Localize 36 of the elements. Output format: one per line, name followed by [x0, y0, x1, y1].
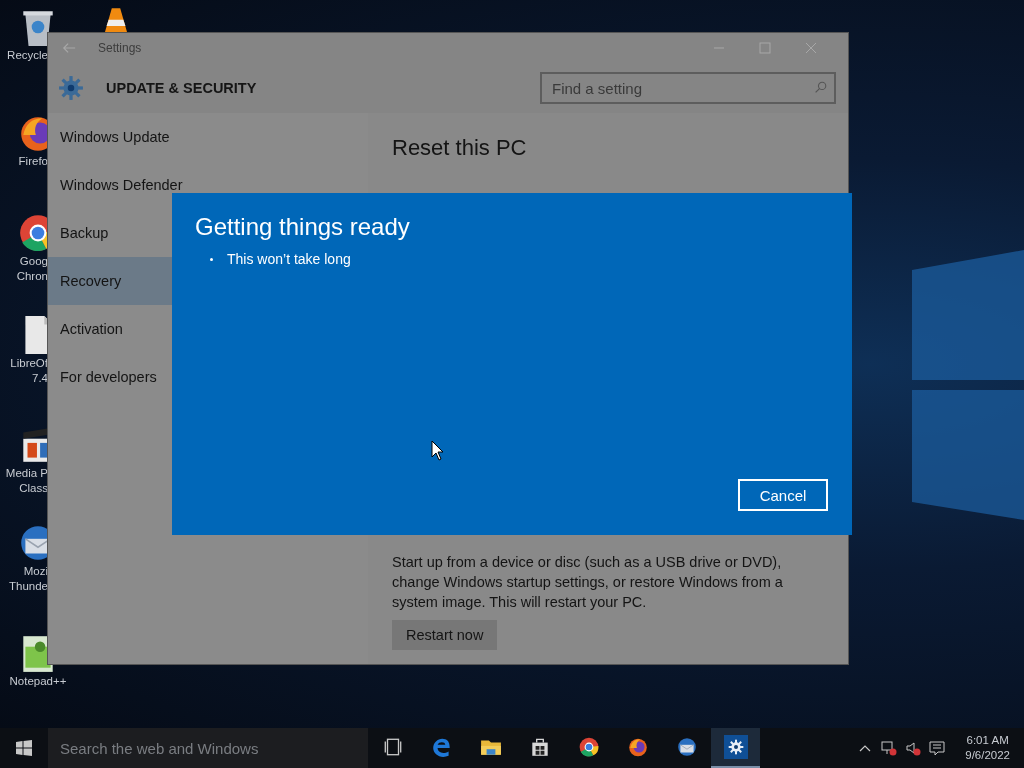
page-title: Reset this PC [392, 135, 528, 161]
round-browser-icon [577, 736, 600, 758]
desktop-icon-label: Media P [5, 466, 48, 481]
desktop-icon-label: Recycle [7, 48, 48, 63]
desktop-icon-label: Class [19, 481, 48, 496]
envelope-bird-icon [675, 736, 698, 758]
gear-icon [58, 75, 84, 101]
desktop-icon-label: Chron [16, 269, 48, 284]
bullet-dot [210, 257, 213, 261]
section-title: UPDATE & SECURITY [106, 80, 257, 96]
desktop-icon-label: Firefo [18, 154, 48, 169]
window-title: Settings [98, 41, 142, 55]
desktop-icon-label: 7.4 [32, 371, 48, 386]
e-letter-browser-icon[interactable] [430, 736, 453, 758]
status-text: This won’t take long [227, 251, 351, 267]
network-error-icon[interactable] [881, 740, 898, 756]
restart-now-button[interactable]: Restart now [392, 620, 498, 650]
settings-icon[interactable] [727, 739, 744, 755]
sidebar-item[interactable]: Windows Update [48, 113, 368, 161]
fox-globe-icon [626, 736, 649, 758]
notification-icon[interactable] [929, 740, 946, 756]
mouse-pointer-icon [431, 440, 444, 461]
start-icon[interactable] [16, 740, 32, 756]
desktop-icon-label: Mozi [23, 564, 48, 579]
desktop-icon-label: Thunde [9, 579, 48, 594]
clock-time: 6:01 AM [966, 733, 1009, 748]
desktop-icon-label: Notepad++ [9, 674, 67, 689]
desktop-icon-label: LibreOf [10, 356, 48, 371]
speaker-muted-icon[interactable] [905, 740, 922, 756]
taskbar-search-field[interactable]: Search the web and Windows [48, 728, 368, 768]
cancel-button[interactable]: Cancel [738, 479, 828, 511]
search-field[interactable]: Find a setting [540, 72, 836, 104]
clock-date: 9/6/2022 [965, 748, 1010, 763]
desktop-icon-label: Goog [19, 254, 48, 269]
dialog-title: Getting things ready [195, 213, 411, 241]
description-text: Start up from a device or disc (such as a USB drive or DVD), change Windows startup settings, or restore Windows from a system image. This will restart your PC. [392, 553, 784, 612]
